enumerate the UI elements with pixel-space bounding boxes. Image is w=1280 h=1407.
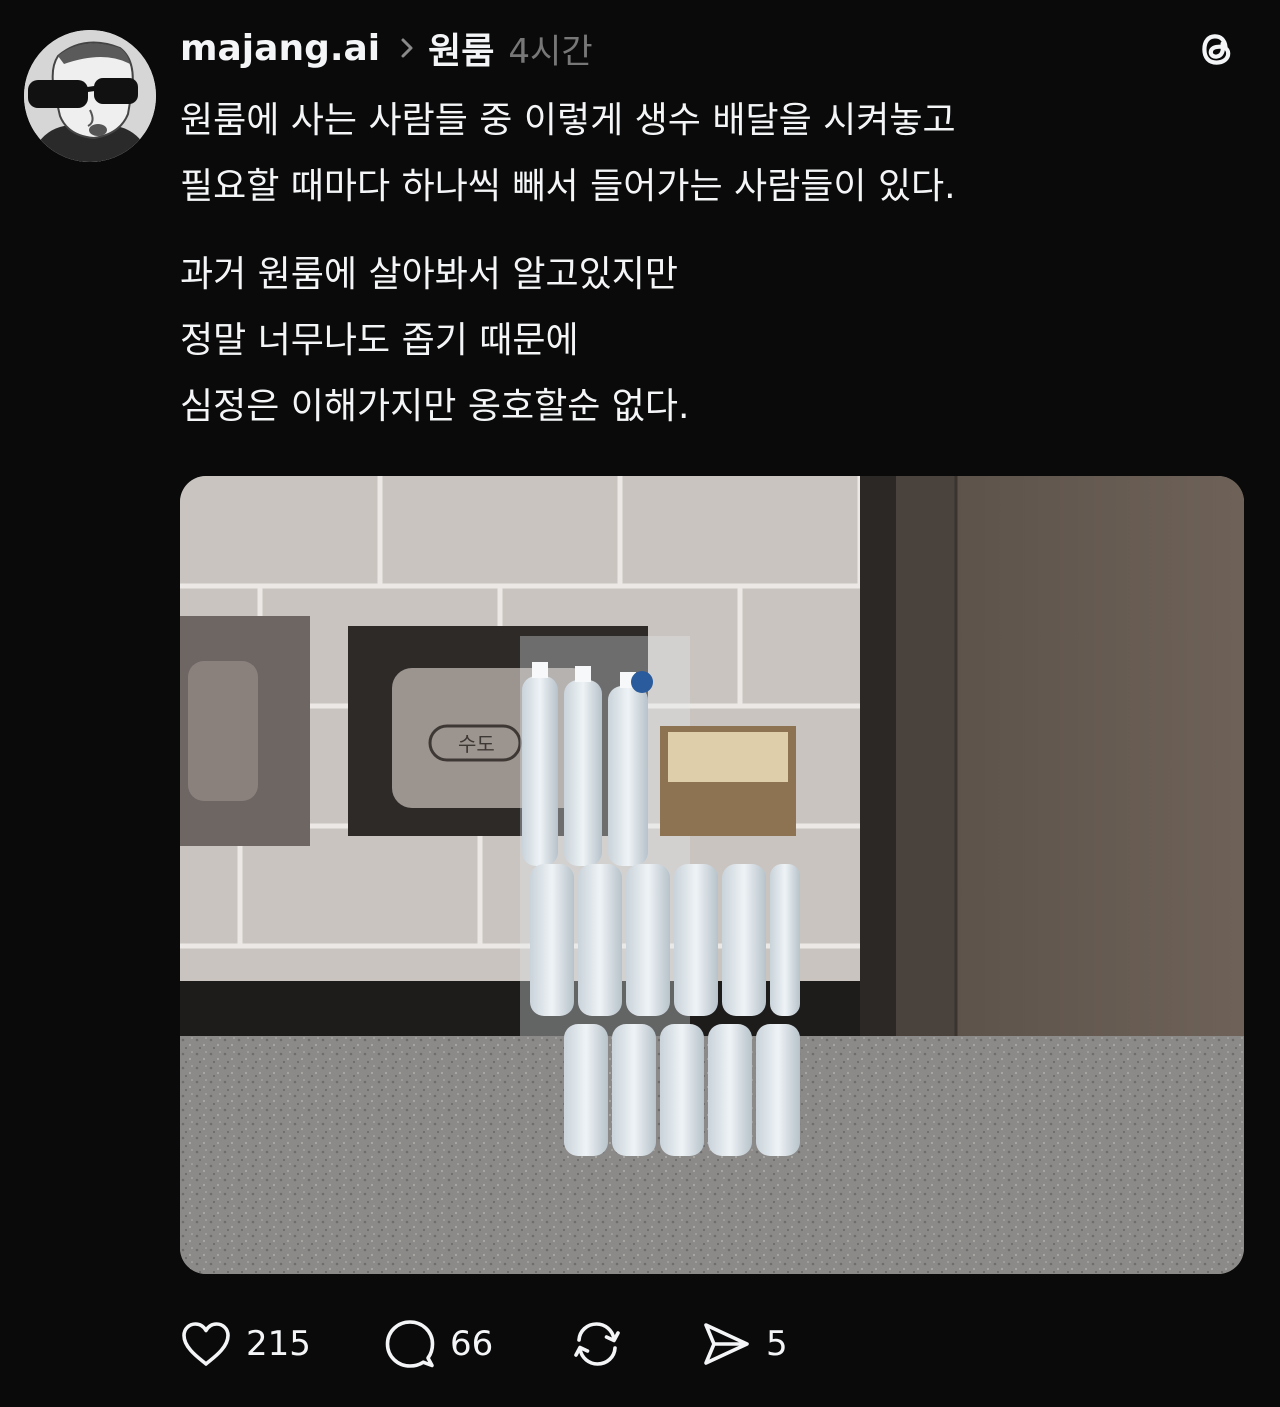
like-count: 215 bbox=[246, 1324, 311, 1364]
post-body: 원룸에 사는 사람들 중 이렇게 생수 배달을 시켜놓고 필요할 때마다 하나씩… bbox=[180, 88, 1240, 462]
post-text-line: 정말 너무나도 좁기 때문에 bbox=[180, 320, 579, 361]
post-time: 4시간 bbox=[508, 31, 593, 72]
post-text-line: 원룸에 사는 사람들 중 이렇게 생수 배달을 시켜놓고 bbox=[180, 100, 956, 141]
repost-icon bbox=[574, 1322, 620, 1366]
post-paragraph: 원룸에 사는 사람들 중 이렇게 생수 배달을 시켜놓고 필요할 때마다 하나씩… bbox=[180, 88, 1240, 220]
post-text-line: 필요할 때마다 하나씩 빼서 들어가는 사람들이 있다. bbox=[180, 166, 956, 207]
threads-logo-icon[interactable] bbox=[1192, 24, 1242, 74]
send-icon bbox=[704, 1323, 749, 1365]
topic-tag[interactable]: 원룸 bbox=[428, 22, 494, 74]
post-header: majang.ai 원룸 4시간 bbox=[180, 22, 593, 74]
chevron-right-icon bbox=[400, 37, 414, 59]
water-bottles-photo: 수도 bbox=[180, 476, 1244, 1274]
panel-label: 수도 bbox=[458, 732, 495, 756]
author-username[interactable]: majang.ai bbox=[180, 28, 380, 69]
post-text-line: 심정은 이해가지만 옹호할순 없다. bbox=[180, 386, 690, 427]
post-actions: 215 66 5 bbox=[180, 1312, 788, 1376]
share-count: 5 bbox=[766, 1324, 788, 1364]
avatar-portrait-sunglasses-icon bbox=[24, 30, 156, 162]
share-button[interactable]: 5 bbox=[700, 1319, 788, 1369]
post-paragraph: 과거 원룸에 살아봐서 알고있지만 정말 너무나도 좁기 때문에 심정은 이해가… bbox=[180, 242, 1240, 440]
comment-count: 66 bbox=[450, 1324, 494, 1364]
like-button[interactable]: 215 bbox=[180, 1320, 360, 1368]
repost-button[interactable] bbox=[570, 1318, 690, 1370]
heart-icon bbox=[182, 1322, 230, 1366]
post-image[interactable]: 수도 bbox=[180, 476, 1244, 1274]
author-avatar[interactable] bbox=[24, 30, 156, 162]
comment-bubble-icon bbox=[385, 1320, 435, 1368]
comment-button[interactable]: 66 bbox=[384, 1318, 564, 1370]
post-text-line: 과거 원룸에 살아봐서 알고있지만 bbox=[180, 254, 679, 295]
